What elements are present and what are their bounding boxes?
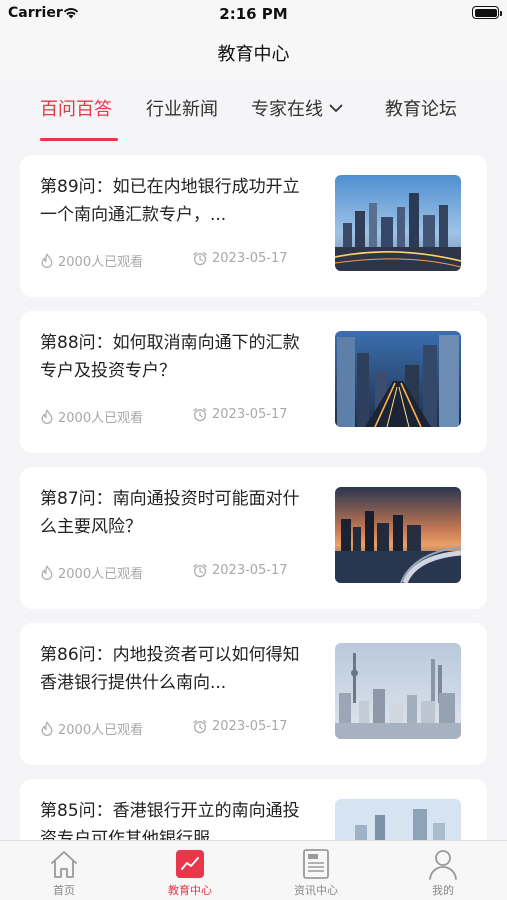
active-tab-indicator: [40, 138, 118, 141]
thumbnail-image: [335, 799, 461, 840]
flame-icon: [41, 721, 53, 736]
publish-date: 2023-05-17: [192, 407, 288, 422]
publish-date: 2023-05-17: [192, 719, 288, 734]
view-count: 2000人已观看: [40, 251, 143, 270]
publish-date: 2023-05-17: [192, 563, 288, 578]
item-meta: 2000人已观看 2023-05-17: [40, 719, 320, 739]
publish-date-label: 2023-05-17: [212, 251, 288, 266]
tabbar-home[interactable]: 首页: [14, 847, 114, 898]
item-title: 第89问：如已在内地银行成功开立一个南向通汇款专户，...: [40, 177, 300, 225]
profile-icon: [429, 850, 457, 880]
view-count-label: 2000人已观看: [58, 411, 144, 426]
list-item[interactable]: 第87问：南向通投资时可能面对什么主要风险？ 2000人已观看 2023-05-…: [20, 467, 487, 609]
list-item[interactable]: 第88问：如何取消南向通下的汇款专户及投资专户？ 2000人已观看 2023-0…: [20, 311, 487, 453]
tabbar-profile[interactable]: 我的: [393, 847, 493, 898]
item-title: 第86问：内地投资者可以如何得知香港银行提供什么南向...: [40, 645, 300, 693]
view-count-label: 2000人已观看: [58, 723, 144, 738]
tabbar-label: 首页: [53, 884, 75, 897]
home-icon: [51, 851, 77, 878]
list-item[interactable]: 第85问：香港银行开立的南向通投资专户可作其他银行服: [20, 779, 487, 840]
thumbnail-image: [335, 175, 461, 271]
list-item[interactable]: 第86问：内地投资者可以如何得知香港银行提供什么南向... 2000人已观看 2…: [20, 623, 487, 765]
chevron-down-icon: [329, 104, 343, 112]
publish-date-label: 2023-05-17: [212, 719, 288, 734]
publish-date-label: 2023-05-17: [212, 407, 288, 422]
tabbar-news-center[interactable]: 资讯中心: [266, 847, 366, 898]
view-count: 2000人已观看: [40, 563, 143, 582]
tab-experts-online[interactable]: 专家在线: [251, 95, 343, 121]
flame-icon: [41, 409, 53, 424]
tab-label: 教育论坛: [385, 99, 457, 120]
list-item[interactable]: 第89问：如已在内地银行成功开立一个南向通汇款专户，... 2000人已观看 2…: [20, 155, 487, 297]
item-title: 第85问：香港银行开立的南向通投资专户可作其他银行服: [40, 801, 300, 840]
category-tabs: 百问百答 行业新闻 专家在线 教育论坛: [0, 80, 507, 142]
tab-education-forum[interactable]: 教育论坛: [385, 95, 457, 121]
tabbar-label: 资讯中心: [294, 884, 338, 897]
clock: 2:16 PM: [219, 5, 288, 23]
navigation-bar: 教育中心: [0, 30, 507, 80]
view-count-label: 2000人已观看: [58, 567, 144, 582]
item-title: 第87问：南向通投资时可能面对什么主要风险？: [40, 489, 300, 537]
battery-icon: [472, 6, 502, 19]
alarm-clock-icon: [193, 719, 207, 734]
view-count: 2000人已观看: [40, 719, 143, 738]
item-meta: 2000人已观看 2023-05-17: [40, 407, 320, 427]
publish-date: 2023-05-17: [192, 251, 288, 266]
alarm-clock-icon: [193, 563, 207, 578]
bottom-tab-bar: 首页 教育中心 资讯中心 我的: [0, 840, 507, 900]
flame-icon: [41, 253, 53, 268]
news-icon: [303, 849, 329, 879]
status-bar: Carrier 2:16 PM: [0, 0, 507, 30]
thumbnail-image: [335, 487, 461, 583]
item-title: 第88问：如何取消南向通下的汇款专户及投资专户？: [40, 333, 300, 381]
tab-label: 百问百答: [40, 99, 112, 120]
education-chart-icon: [176, 850, 204, 878]
tabbar-label: 教育中心: [168, 884, 212, 897]
tab-industry-news[interactable]: 行业新闻: [146, 95, 218, 121]
item-meta: 2000人已观看 2023-05-17: [40, 563, 320, 583]
view-count: 2000人已观看: [40, 407, 143, 426]
tabbar-education-center[interactable]: 教育中心: [140, 847, 240, 898]
tab-label: 专家在线: [251, 99, 323, 120]
thumbnail-image: [335, 331, 461, 427]
tab-faq[interactable]: 百问百答: [40, 95, 112, 121]
page-title: 教育中心: [217, 44, 290, 65]
flame-icon: [41, 565, 53, 580]
alarm-clock-icon: [193, 407, 207, 422]
tab-label: 行业新闻: [146, 99, 218, 120]
view-count-label: 2000人已观看: [58, 255, 144, 270]
qa-list: 第89问：如已在内地银行成功开立一个南向通汇款专户，... 2000人已观看 2…: [20, 155, 487, 840]
alarm-clock-icon: [193, 251, 207, 266]
publish-date-label: 2023-05-17: [212, 563, 288, 578]
thumbnail-image: [335, 643, 461, 739]
tabbar-label: 我的: [432, 884, 454, 897]
item-meta: 2000人已观看 2023-05-17: [40, 251, 320, 271]
